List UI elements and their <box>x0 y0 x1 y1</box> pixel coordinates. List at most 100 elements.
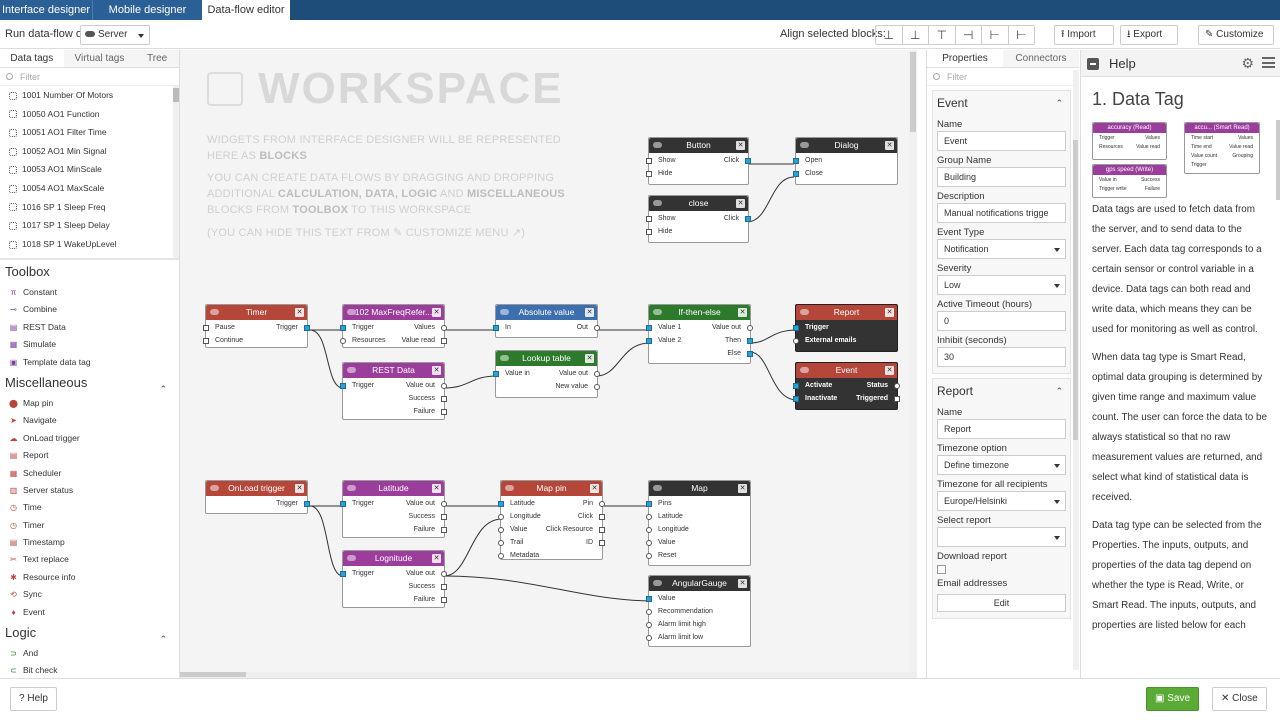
port-input-value-in[interactable]: Value in <box>493 368 530 380</box>
port-output-value-out[interactable]: Value out <box>559 368 600 380</box>
tab-data-flow-editor[interactable]: Data-flow editor <box>202 0 290 20</box>
input-pin[interactable] <box>646 553 652 559</box>
input-pin[interactable] <box>498 514 504 520</box>
port-input-latitude[interactable]: Latitude <box>646 511 683 523</box>
port-input-trigger[interactable]: Trigger <box>793 322 829 334</box>
close-icon[interactable]: ✕ <box>432 308 441 317</box>
input-pin[interactable] <box>646 338 652 344</box>
block-event[interactable]: Event ✕ Activate Inactivate Status Triggered <box>793 362 900 410</box>
block-header[interactable]: Map pin ✕ <box>501 481 602 496</box>
toolbox-item-simulate[interactable]: ▦ Simulate <box>0 336 179 353</box>
port-input-recommendation[interactable]: Recommendation <box>646 606 713 618</box>
download-report-checkbox[interactable] <box>937 565 946 574</box>
block-header[interactable]: Timer ✕ <box>206 305 307 320</box>
port-input-value[interactable]: Value <box>498 524 527 536</box>
block-angulargauge[interactable]: AngularGauge ✕ Value Recommendation Alarm li… <box>646 575 751 647</box>
block-header[interactable]: Report ✕ <box>796 305 897 320</box>
close-icon[interactable]: ✕ <box>585 354 594 363</box>
logic-title[interactable]: Logic ⌃ <box>0 621 179 645</box>
port-output-success[interactable]: Success <box>409 393 447 405</box>
align-center-button[interactable]: ⊢ <box>982 26 1009 44</box>
input-pin[interactable] <box>646 171 652 177</box>
align-right-button[interactable]: ⊢ <box>1009 26 1035 44</box>
port-output-new-value[interactable]: New value <box>555 381 600 393</box>
port-input-latitude[interactable]: Latitude <box>498 498 535 510</box>
close-icon[interactable]: ✕ <box>585 308 594 317</box>
tab-connectors[interactable]: Connectors <box>1003 50 1079 67</box>
event-group-title[interactable]: Event ⌃ <box>937 91 1066 115</box>
close-icon[interactable]: ✕ <box>590 484 599 493</box>
tab-properties[interactable]: Properties <box>927 50 1003 67</box>
output-pin[interactable] <box>745 216 751 222</box>
block-lognitude[interactable]: Lognitude ✕ Trigger Value out Success Failure <box>340 550 447 608</box>
output-pin[interactable] <box>594 371 600 377</box>
block-header[interactable]: Map ✕ <box>649 481 750 496</box>
port-input-trigger[interactable]: Trigger <box>340 322 374 334</box>
input-pin[interactable] <box>793 171 799 177</box>
toolbox-item-scheduler[interactable]: ▦ Scheduler <box>0 465 179 482</box>
port-input-trigger[interactable]: Trigger <box>340 568 374 580</box>
customize-button[interactable]: ✎ Customize <box>1198 25 1274 45</box>
block-timer[interactable]: Timer ✕ Pause Continue Trigger <box>203 304 310 348</box>
minimize-icon[interactable] <box>1087 58 1099 70</box>
port-input-external-emails[interactable]: External emails <box>793 335 856 347</box>
toolbox-item-constant[interactable]: π Constant <box>0 284 179 301</box>
input-pin[interactable] <box>340 338 346 344</box>
input-active-timeout-hours[interactable]: 0 <box>937 311 1066 331</box>
port-input-trigger[interactable]: Trigger <box>340 498 374 510</box>
port-input-show[interactable]: Show <box>646 213 676 225</box>
align-top-button[interactable]: ⊤ <box>929 26 956 44</box>
port-input-value-1[interactable]: Value 1 <box>646 322 681 334</box>
input-inhibit-seconds[interactable]: 30 <box>937 347 1066 367</box>
input-pin[interactable] <box>646 514 652 520</box>
output-pin[interactable] <box>599 514 605 520</box>
block-report[interactable]: Report ✕ Trigger External emails <box>793 304 898 352</box>
data-tags-filter[interactable]: Filter <box>0 68 179 86</box>
port-input-continue[interactable]: Continue <box>203 335 243 347</box>
block-button[interactable]: Button ✕ Show Hide Click <box>646 137 751 185</box>
block-header[interactable]: If-then-else ✕ <box>649 305 750 320</box>
input-pin[interactable] <box>340 325 346 331</box>
output-pin[interactable] <box>747 338 753 344</box>
server-select[interactable]: Server <box>80 25 150 45</box>
output-pin[interactable] <box>441 514 447 520</box>
toolbox-item-report[interactable]: ▤ Report <box>0 447 179 464</box>
port-output-pin[interactable]: Pin <box>583 498 605 510</box>
port-input-hide[interactable]: Hide <box>646 226 672 238</box>
input-pin[interactable] <box>340 383 346 389</box>
tab-virtual-tags[interactable]: Virtual tags <box>63 50 136 67</box>
tab-mobile-designer[interactable]: Mobile designer <box>92 0 202 20</box>
input-pin[interactable] <box>498 527 504 533</box>
port-input-resources[interactable]: Resources <box>340 335 385 347</box>
input-name[interactable]: Report <box>937 419 1066 439</box>
close-icon[interactable]: ✕ <box>736 141 745 150</box>
input-pin[interactable] <box>203 338 209 344</box>
report-group-title[interactable]: Report ⌃ <box>937 379 1066 403</box>
close-icon[interactable]: ✕ <box>885 308 894 317</box>
port-output-click[interactable]: Click <box>724 155 751 167</box>
toolbox-item-bit-check[interactable]: ⊂ Bit check <box>0 662 179 678</box>
port-input-alarm-limit-low[interactable]: Alarm limit low <box>646 632 703 644</box>
close-icon[interactable]: ✕ <box>738 308 747 317</box>
toolbox-item-time[interactable]: ◷ Time <box>0 499 179 516</box>
output-pin[interactable] <box>441 501 447 507</box>
input-pin[interactable] <box>793 383 799 389</box>
port-output-click-resource[interactable]: Click Resource <box>546 524 605 536</box>
block-header[interactable]: 102 MaxFreqRefer... ✕ <box>343 305 444 320</box>
port-output-success[interactable]: Success <box>409 581 447 593</box>
input-pin[interactable] <box>646 158 652 164</box>
port-input-open[interactable]: Open <box>793 155 822 167</box>
port-input-close[interactable]: Close <box>793 168 823 180</box>
block-header[interactable]: Latitude ✕ <box>343 481 444 496</box>
toolbox-item-navigate[interactable]: ➤ Navigate <box>0 412 179 429</box>
toolbox-item-server-status[interactable]: ▥ Server status <box>0 482 179 499</box>
input-pin[interactable] <box>646 596 652 602</box>
port-input-pins[interactable]: Pins <box>646 498 672 510</box>
data-tag-item[interactable]: 10054 AO1 MaxScale <box>0 179 179 198</box>
toolbox-item-rest-data[interactable]: ▤ REST Data <box>0 319 179 336</box>
output-pin[interactable] <box>441 396 447 402</box>
output-pin[interactable] <box>594 384 600 390</box>
select-severity[interactable]: Low <box>937 275 1066 295</box>
block-header[interactable]: REST Data ✕ <box>343 363 444 378</box>
block-header[interactable]: Lognitude ✕ <box>343 551 444 566</box>
